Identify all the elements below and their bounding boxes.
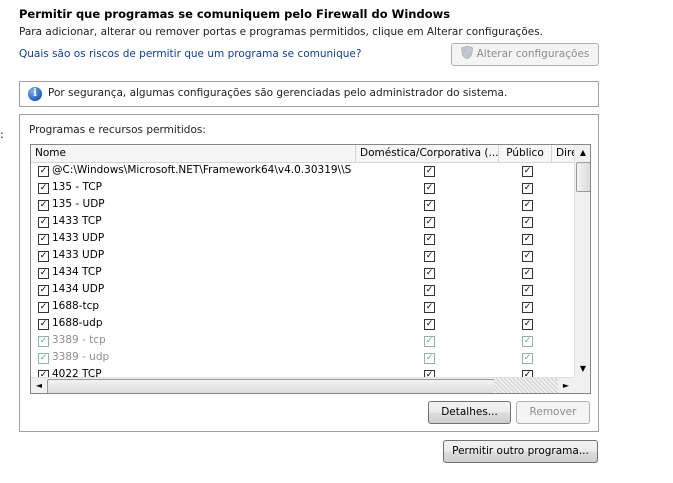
table-row[interactable]: ✓ 135 - UDP ✓ ✓ [31,197,574,214]
row-domestic-checkbox[interactable]: ✓ [424,353,435,364]
row-domestic-checkbox[interactable]: ✓ [424,183,435,194]
row-public-checkbox[interactable]: ✓ [522,217,533,228]
row-enabled-checkbox[interactable]: ✓ [38,285,49,296]
row-domestic-checkbox[interactable]: ✓ [424,251,435,262]
remove-button[interactable]: Remover [516,401,590,424]
row-program-name: 3389 - tcp [52,334,106,346]
row-enabled-checkbox[interactable]: ✓ [38,183,49,194]
row-domestic-checkbox[interactable]: ✓ [424,166,435,177]
row-public-checkbox[interactable]: ✓ [522,319,533,330]
list-header: Nome Doméstica/Corporativa (... Público … [31,145,590,163]
row-enabled-checkbox[interactable]: ✓ [38,302,49,313]
row-program-name: 3389 - udp [52,351,110,363]
programs-list: Nome Doméstica/Corporativa (... Público … [30,144,591,394]
row-program-name: 1688-tcp [52,300,100,312]
vertical-scrollbar[interactable]: ▲ ▼ [574,145,590,377]
table-row[interactable]: ✓ 3389 - udp ✓ ✓ [31,350,574,367]
row-program-name: @C:\Windows\Microsoft.NET\Framework64\v4… [52,164,352,176]
row-enabled-checkbox[interactable]: ✓ [38,268,49,279]
column-header-name[interactable]: Nome [31,145,356,162]
row-program-name: 1434 UDP [52,283,105,295]
row-domestic-checkbox[interactable]: ✓ [424,217,435,228]
table-row[interactable]: ✓ 1688-tcp ✓ ✓ [31,299,574,316]
details-button[interactable]: Detalhes... [428,401,511,424]
row-program-name: 135 - UDP [52,198,105,210]
horizontal-scroll-thumb[interactable] [47,379,496,393]
info-icon: i [28,87,42,101]
table-row[interactable]: ✓ 1434 UDP ✓ ✓ [31,282,574,299]
row-public-checkbox[interactable]: ✓ [522,336,533,347]
risk-link[interactable]: Quais são os riscos de permitir que um p… [19,48,361,60]
table-row[interactable]: ✓ 1433 TCP ✓ ✓ [31,214,574,231]
row-program-name: 1434 TCP [52,266,102,278]
uac-shield-icon [460,45,473,60]
row-domestic-checkbox[interactable]: ✓ [424,234,435,245]
row-enabled-checkbox[interactable]: ✓ [38,336,49,347]
table-row[interactable]: ✓ 1433 UDP ✓ ✓ [31,231,574,248]
column-header-public[interactable]: Público [499,145,552,162]
row-public-checkbox[interactable]: ✓ [522,251,533,262]
row-public-checkbox[interactable]: ✓ [522,268,533,279]
scroll-left-icon[interactable]: ◄ [31,378,47,393]
row-enabled-checkbox[interactable]: ✓ [38,217,49,228]
row-domestic-checkbox[interactable]: ✓ [424,319,435,330]
change-settings-label: Alterar configurações [476,48,590,60]
allow-other-program-button[interactable]: Permitir outro programa... [443,440,598,463]
admin-info-bar: i Por segurança, algumas configurações s… [19,81,599,107]
column-header-domestic[interactable]: Doméstica/Corporativa (... [356,145,499,162]
scroll-down-icon[interactable]: ▼ [575,361,590,377]
row-program-name: 1433 TCP [52,215,102,227]
row-program-name: 135 - TCP [52,181,102,193]
table-row[interactable]: ✓ @C:\Windows\Microsoft.NET\Framework64\v… [31,163,574,180]
row-domestic-checkbox[interactable]: ✓ [424,200,435,211]
row-public-checkbox[interactable]: ✓ [522,183,533,194]
table-row[interactable]: ✓ 1434 TCP ✓ ✓ [31,265,574,282]
scroll-right-icon[interactable]: ► [558,378,574,393]
change-settings-button[interactable]: Alterar configurações [451,43,599,66]
row-public-checkbox[interactable]: ✓ [522,166,533,177]
programs-group-label: Programas e recursos permitidos: [29,124,206,136]
table-row[interactable]: ✓ 3389 - tcp ✓ ✓ [31,333,574,350]
row-domestic-checkbox[interactable]: ✓ [424,268,435,279]
row-enabled-checkbox[interactable]: ✓ [38,319,49,330]
scroll-up-icon[interactable]: ▲ [575,145,590,161]
table-row[interactable]: ✓ 1688-udp ✓ ✓ [31,316,574,333]
row-program-name: 1433 UDP [52,249,105,261]
row-public-checkbox[interactable]: ✓ [522,302,533,313]
row-enabled-checkbox[interactable]: ✓ [38,251,49,262]
row-public-checkbox[interactable]: ✓ [522,353,533,364]
row-enabled-checkbox[interactable]: ✓ [38,353,49,364]
horizontal-scrollbar[interactable]: ◄ ► [31,377,574,393]
row-domestic-checkbox[interactable]: ✓ [424,285,435,296]
row-public-checkbox[interactable]: ✓ [522,234,533,245]
row-domestic-checkbox[interactable]: ✓ [424,302,435,313]
row-enabled-checkbox[interactable]: ✓ [38,234,49,245]
table-row[interactable]: ✓ 1433 UDP ✓ ✓ [31,248,574,265]
row-program-name: 1433 UDP [52,232,105,244]
row-domestic-checkbox[interactable]: ✓ [424,336,435,347]
page-subtitle: Para adicionar, alterar ou remover porta… [19,26,544,38]
row-program-name: 1688-udp [52,317,103,329]
info-text: Por segurança, algumas configurações são… [48,87,508,99]
table-row[interactable]: ✓ 135 - TCP ✓ ✓ [31,180,574,197]
vertical-scroll-thumb[interactable] [576,162,590,192]
row-public-checkbox[interactable]: ✓ [522,200,533,211]
scroll-track-hatch [494,378,558,393]
row-enabled-checkbox[interactable]: ✓ [38,200,49,211]
scrollbar-corner [574,377,590,393]
edge-cursor-mark: : [0,128,4,141]
page-title: Permitir que programas se comuniquem pel… [19,7,451,21]
row-public-checkbox[interactable]: ✓ [522,285,533,296]
row-enabled-checkbox[interactable]: ✓ [38,166,49,177]
column-header-direct[interactable]: Dire [552,145,574,162]
